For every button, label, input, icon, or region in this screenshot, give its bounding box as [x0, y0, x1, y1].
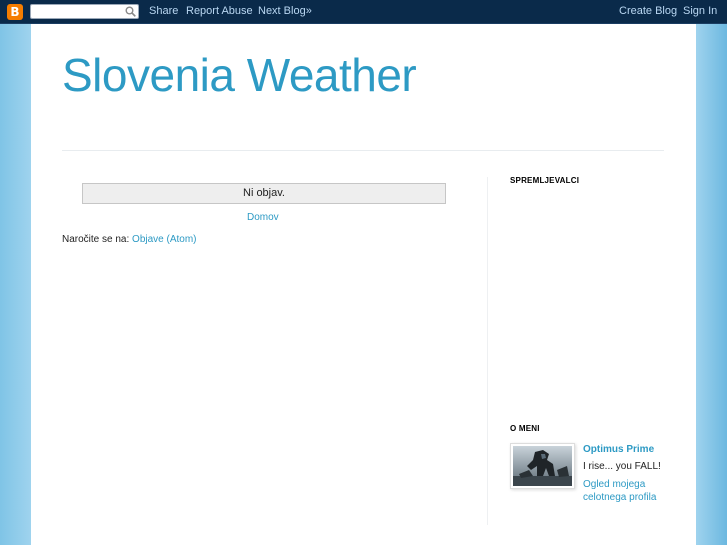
report-abuse-link[interactable]: Report Abuse: [186, 5, 253, 17]
subscribe-line: Naročite se na: Objave (Atom): [62, 234, 197, 245]
blogger-navbar: B Share Report Abuse Next Blog» Create B…: [0, 0, 727, 24]
subscribe-label: Naročite se na:: [62, 234, 133, 245]
search-icon[interactable]: [125, 6, 136, 17]
profile-image: [513, 446, 572, 486]
next-blog-link[interactable]: Next Blog»: [258, 5, 312, 17]
blog-title[interactable]: Slovenia Weather: [62, 48, 417, 102]
sidebar-divider: [487, 177, 488, 525]
profile-name-link[interactable]: Optimus Prime: [583, 444, 654, 455]
blogger-logo-icon[interactable]: B: [7, 4, 23, 20]
profile-avatar[interactable]: [510, 443, 575, 489]
share-link[interactable]: Share: [149, 5, 178, 17]
about-widget-title: O MENI: [510, 424, 540, 433]
create-blog-link[interactable]: Create Blog: [619, 5, 677, 17]
home-link[interactable]: Domov: [247, 212, 279, 223]
search-input[interactable]: [31, 8, 127, 22]
view-profile-link[interactable]: Ogled mojega celotnega profila: [583, 478, 673, 504]
search-box: [30, 4, 139, 22]
status-message: Ni objav.: [82, 183, 446, 204]
profile-about-text: I rise... you FALL!: [583, 461, 661, 472]
subscribe-atom-link[interactable]: Objave (Atom): [132, 234, 196, 245]
followers-widget-title: SPREMLJEVALCI: [510, 176, 580, 185]
sign-in-link[interactable]: Sign In: [683, 5, 717, 17]
header-divider: [62, 150, 664, 151]
